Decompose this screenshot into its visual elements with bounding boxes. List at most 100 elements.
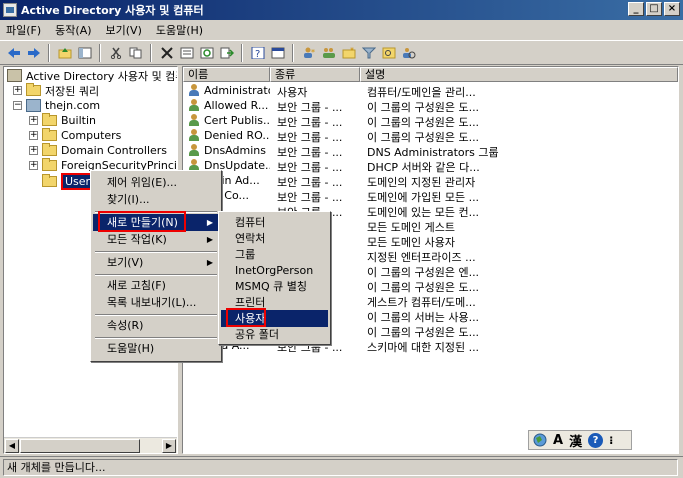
submenu-shared-folder[interactable]: 공유 폴더 xyxy=(221,326,328,343)
title-bar: Active Directory 사용자 및 컴퓨터 _ □ × xyxy=(0,0,683,20)
menu-help[interactable]: 도움말(H) xyxy=(156,22,203,38)
group-icon xyxy=(187,99,201,112)
forward-icon[interactable] xyxy=(25,44,42,61)
cell-name: DnsAdmins xyxy=(204,144,266,157)
submenu-contact[interactable]: 연락처 xyxy=(221,230,328,247)
back-icon[interactable] xyxy=(5,44,22,61)
tree-root[interactable]: Active Directory 사용자 및 컴퓨터 xyxy=(7,68,177,83)
new-ou-icon[interactable]: * xyxy=(340,44,357,61)
menu-all-tasks[interactable]: 모든 작업(K) ▶ xyxy=(93,231,219,248)
new-group-icon[interactable] xyxy=(320,44,337,61)
tree-domain-controllers[interactable]: + Domain Controllers xyxy=(29,143,167,158)
submenu-computer[interactable]: 컴퓨터 xyxy=(221,214,328,231)
column-name[interactable]: 이름 xyxy=(183,67,270,82)
svg-text:*: * xyxy=(350,47,354,55)
expand-icon[interactable]: + xyxy=(29,146,38,155)
ime-hanja-icon[interactable]: 漢 xyxy=(569,431,582,450)
tree-saved-queries[interactable]: + 저장된 쿼리 xyxy=(13,83,99,98)
menu-new[interactable]: 새로 만들기(N) ▶ xyxy=(93,214,219,231)
menu-view[interactable]: 보기(V) ▶ xyxy=(93,254,219,271)
expand-icon[interactable]: + xyxy=(29,116,38,125)
cell-name: Cert Publis... xyxy=(204,114,270,127)
group-icon xyxy=(187,129,201,142)
table-row[interactable]: Allowed R... 보안 그룹 - ... 이 그룹의 구성원은 도... xyxy=(183,98,678,114)
tree-builtin[interactable]: + Builtin xyxy=(29,113,96,128)
export-icon[interactable] xyxy=(218,44,235,61)
new-submenu: 컴퓨터 연락처 그룹 InetOrgPerson MSMQ 큐 별칭 프린터 사… xyxy=(218,211,331,345)
submenu-printer[interactable]: 프린터 xyxy=(221,294,328,311)
folder-icon xyxy=(42,174,57,187)
table-row[interactable]: ain Co... 보안 그룹 - ... 도메인에 가입된 모든 ... xyxy=(183,188,678,204)
svg-text:?: ? xyxy=(255,49,260,59)
menu-action[interactable]: 동작(A) xyxy=(55,22,91,38)
submenu-user[interactable]: 사용자 xyxy=(221,310,328,327)
minimize-button[interactable]: _ xyxy=(628,2,644,16)
tree-horizontal-scrollbar[interactable]: ◀ ▶ xyxy=(4,437,177,453)
properties-icon[interactable] xyxy=(178,44,195,61)
list-header: 이름 종류 설명 xyxy=(183,67,678,82)
table-row[interactable]: DnsUpdate... 보안 그룹 - ... DHCP 서버와 같은 다... xyxy=(183,158,678,174)
menu-properties[interactable]: 속성(R) xyxy=(93,317,219,334)
show-tree-icon[interactable] xyxy=(76,44,93,61)
add-to-group-icon[interactable] xyxy=(400,44,417,61)
scroll-left-icon[interactable]: ◀ xyxy=(5,439,19,453)
cut-icon[interactable] xyxy=(107,44,124,61)
scroll-right-icon[interactable]: ▶ xyxy=(162,439,176,453)
ime-alpha-icon[interactable]: A xyxy=(553,433,563,448)
submenu-group[interactable]: 그룹 xyxy=(221,246,328,263)
refresh-icon[interactable] xyxy=(198,44,215,61)
menu-help[interactable]: 도움말(H) xyxy=(93,340,219,357)
ad-users-computers-icon xyxy=(7,69,22,82)
console-icon[interactable] xyxy=(269,44,286,61)
table-row[interactable]: Cert Publis... 보안 그룹 - ... 이 그룹의 구성원은 도... xyxy=(183,113,678,129)
expand-icon[interactable]: + xyxy=(29,161,38,170)
help-icon[interactable]: ? xyxy=(249,44,266,61)
menu-all-tasks-label: 모든 작업(K) xyxy=(107,233,167,246)
tree-domain[interactable]: − thejn.com xyxy=(13,98,100,113)
app-icon xyxy=(3,3,17,17)
up-icon[interactable] xyxy=(56,44,73,61)
menu-view-label: 보기(V) xyxy=(107,256,144,269)
expand-icon[interactable]: + xyxy=(29,131,38,140)
menu-delegate-control[interactable]: 제어 위임(E)... xyxy=(93,174,219,191)
ime-help-icon[interactable]: ? xyxy=(588,432,604,448)
table-row[interactable]: Administrator사용자컴퓨터/도메인을 관리... xyxy=(183,83,678,99)
collapse-icon[interactable]: − xyxy=(13,101,22,110)
new-user-icon[interactable]: * xyxy=(300,44,317,61)
scroll-thumb[interactable] xyxy=(20,439,140,453)
submenu-msmq-alias[interactable]: MSMQ 큐 별칭 xyxy=(221,278,328,295)
cell-name: Denied RO... xyxy=(204,129,270,142)
copy-icon[interactable] xyxy=(127,44,144,61)
maximize-button[interactable]: □ xyxy=(646,2,662,16)
domain-icon xyxy=(26,99,41,112)
close-button[interactable]: × xyxy=(664,2,680,16)
folder-icon xyxy=(42,143,57,156)
folder-icon xyxy=(42,113,57,126)
table-row[interactable]: Denied RO... 보안 그룹 - ... 이 그룹의 구성원은 도... xyxy=(183,128,678,144)
delete-icon[interactable] xyxy=(158,44,175,61)
table-row[interactable]: main Ad... 보안 그룹 - ... 도메인의 지정된 관리자 xyxy=(183,173,678,189)
expand-icon[interactable]: + xyxy=(13,86,22,95)
submenu-inetorgperson[interactable]: InetOrgPerson xyxy=(221,262,328,279)
group-icon xyxy=(187,144,201,157)
menu-export-list[interactable]: 목록 내보내기(L)... xyxy=(93,294,219,311)
find-icon[interactable] xyxy=(380,44,397,61)
menu-view[interactable]: 보기(V) xyxy=(106,22,142,38)
tree-computers[interactable]: + Computers xyxy=(29,128,121,143)
filter-icon[interactable] xyxy=(360,44,377,61)
context-menu: 제어 위임(E)... 찾기(I)... 새로 만들기(N) ▶ 모든 작업(K… xyxy=(90,170,222,362)
folder-icon xyxy=(42,158,57,171)
status-text: 새 개체를 만듭니다... xyxy=(3,459,678,476)
column-type[interactable]: 종류 xyxy=(270,67,360,82)
toolbar: ? * * xyxy=(0,40,683,65)
table-row[interactable]: DnsAdmins 보안 그룹 - ... DNS Administrators 그… xyxy=(183,143,678,159)
globe-icon[interactable] xyxy=(533,433,547,447)
cell-desc: 스키마에 대한 지정된 ... xyxy=(367,341,480,354)
column-description[interactable]: 설명 xyxy=(360,67,678,82)
menu-new-label: 새로 만들기(N) xyxy=(107,216,178,229)
ime-options-icon[interactable]: ⁝ xyxy=(609,434,613,447)
status-bar: 새 개체를 만듭니다... xyxy=(0,456,683,478)
menu-find[interactable]: 찾기(I)... xyxy=(93,191,219,208)
menu-file[interactable]: 파일(F) xyxy=(6,22,41,38)
menu-refresh[interactable]: 새로 고침(F) xyxy=(93,277,219,294)
